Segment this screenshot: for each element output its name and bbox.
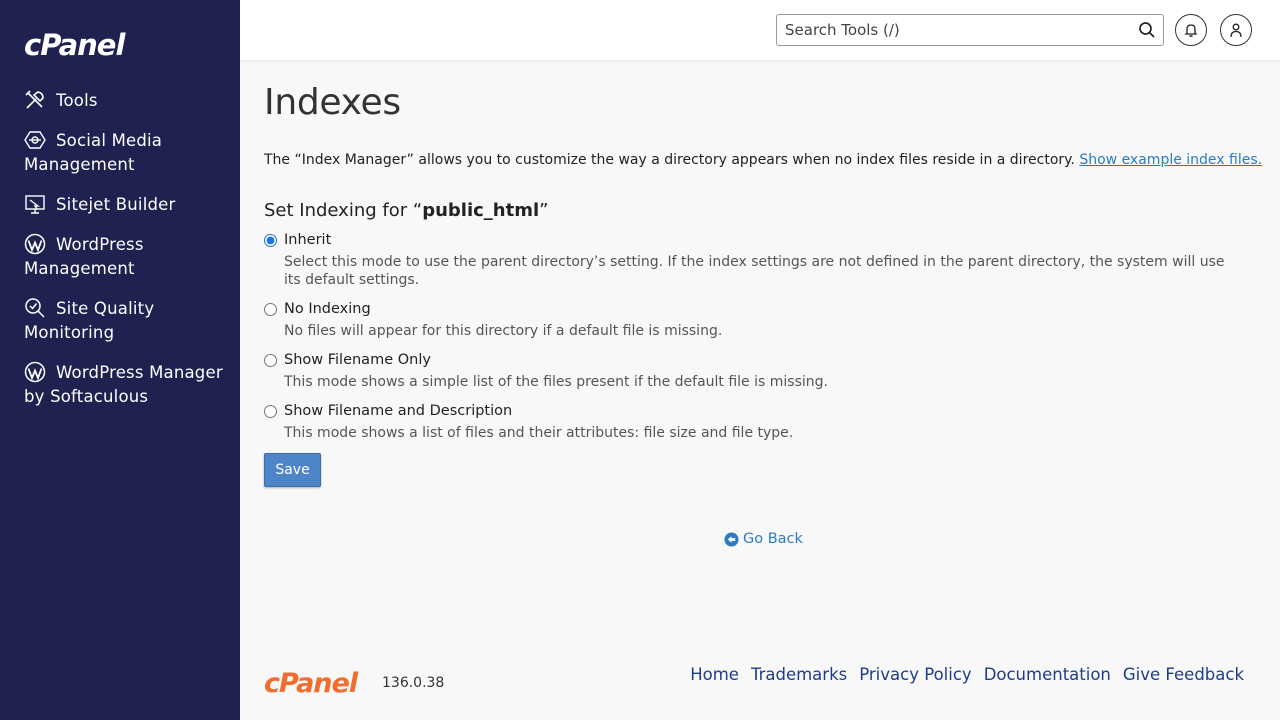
- show-example-link[interactable]: Show example index files.: [1079, 152, 1262, 168]
- sitejet-icon: [24, 193, 48, 215]
- option-label: Inherit: [284, 232, 332, 248]
- search-icon[interactable]: [1138, 21, 1156, 39]
- wordpress-icon: [24, 233, 48, 255]
- wordpress-icon: [24, 361, 48, 383]
- option-help: No files will appear for this directory …: [284, 323, 723, 339]
- social-media-icon: [24, 129, 48, 151]
- page-title: Indexes: [264, 82, 401, 123]
- sidebar-item-label: Sitejet Builder: [56, 195, 176, 214]
- user-menu-button[interactable]: [1220, 14, 1252, 46]
- footer-links: Home Trademarks Privacy Policy Documenta…: [690, 665, 1244, 684]
- tools-icon: [24, 89, 48, 111]
- arrow-circle-left-icon: [724, 531, 739, 547]
- sidebar-item-social-media[interactable]: Social Media Management: [24, 129, 224, 177]
- sidebar-item-sitejet[interactable]: Sitejet Builder: [24, 193, 224, 217]
- footer-link-privacy[interactable]: Privacy Policy: [859, 665, 971, 684]
- section-suffix: ”: [539, 200, 549, 221]
- footer-link-documentation[interactable]: Documentation: [984, 665, 1111, 684]
- top-header: [240, 0, 1280, 60]
- page-description: The “Index Manager” allows you to custom…: [264, 152, 1262, 168]
- section-prefix: Set Indexing for “: [264, 200, 423, 221]
- footer-link-home[interactable]: Home: [690, 665, 739, 684]
- option-help: This mode shows a list of files and thei…: [284, 425, 794, 441]
- sidebar-item-tools[interactable]: Tools: [24, 89, 224, 113]
- footer-cpanel-logo[interactable]: cPanel: [264, 668, 358, 699]
- sidebar: cPanel Tools Social Media Management Sit…: [0, 0, 240, 720]
- go-back-link[interactable]: Go Back: [724, 531, 803, 547]
- option-help: This mode shows a simple list of the fil…: [284, 374, 828, 390]
- option-inherit: Inherit Select this mode to use the pare…: [264, 230, 1254, 289]
- filename-only-radio[interactable]: [264, 353, 277, 367]
- footer-link-feedback[interactable]: Give Feedback: [1123, 665, 1244, 684]
- sidebar-item-label: Tools: [56, 91, 98, 110]
- no-indexing-radio[interactable]: [264, 302, 277, 316]
- description-text: The “Index Manager” allows you to custom…: [264, 152, 1075, 168]
- sidebar-item-label: WordPress Manager by Softaculous: [24, 363, 223, 406]
- option-filename-description: Show Filename and Description This mode …: [264, 401, 1254, 442]
- cpanel-logo[interactable]: cPanel: [24, 28, 125, 62]
- user-icon: [1230, 23, 1242, 38]
- save-button[interactable]: Save: [264, 453, 321, 487]
- version-number: 136.0.38: [382, 675, 445, 691]
- sidebar-nav: Tools Social Media Management Sitejet Bu…: [24, 86, 224, 409]
- directory-name: public_html: [422, 200, 540, 221]
- bell-icon: [1184, 24, 1198, 37]
- inherit-radio[interactable]: [264, 233, 277, 247]
- option-label: Show Filename and Description: [284, 403, 513, 419]
- option-label: No Indexing: [284, 301, 371, 317]
- option-help: Select this mode to use the parent direc…: [284, 254, 1225, 288]
- section-title: Set Indexing for “public_html”: [264, 200, 548, 221]
- go-back-label: Go Back: [743, 531, 803, 547]
- option-label: Show Filename Only: [284, 352, 431, 368]
- search-box: [776, 14, 1164, 46]
- site-quality-icon: [24, 297, 48, 319]
- option-filename-only: Show Filename Only This mode shows a sim…: [264, 350, 1254, 391]
- filename-description-radio[interactable]: [264, 404, 277, 418]
- sidebar-item-site-quality[interactable]: Site Quality Monitoring: [24, 297, 224, 345]
- notifications-button[interactable]: [1175, 14, 1207, 46]
- footer-link-trademarks[interactable]: Trademarks: [751, 665, 847, 684]
- option-no-indexing: No Indexing No files will appear for thi…: [264, 299, 1254, 340]
- sidebar-item-wordpress-softaculous[interactable]: WordPress Manager by Softaculous: [24, 361, 224, 409]
- search-input[interactable]: [777, 15, 1117, 45]
- sidebar-item-wordpress-management[interactable]: WordPress Management: [24, 233, 224, 281]
